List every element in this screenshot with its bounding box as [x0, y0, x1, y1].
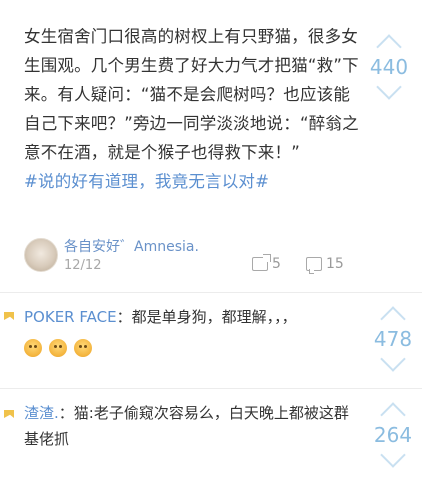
quote-icon [4, 312, 14, 320]
divider [0, 292, 422, 293]
reply-text: 渣渣.：猫:老子偷窥次容易么，白天晚上都被这群基佬抓 [24, 400, 354, 452]
quote-icon [4, 410, 14, 418]
reply-text: POKER FACE：都是单身狗，都理解，，， [24, 304, 354, 360]
reply-item: POKER FACE：都是单身狗，都理解，，， 478 [0, 300, 422, 380]
post-author-row: 各自安好゛Amnesia. 12/12 5 15 [24, 232, 364, 282]
reply-username[interactable]: POKER FACE [24, 308, 117, 326]
repost-count: 5 [272, 256, 281, 272]
sad-face-emoji-icon [48, 338, 67, 357]
comment-icon [306, 257, 322, 274]
comment-button[interactable]: 15 [306, 256, 344, 274]
reply-item: 渣渣.：猫:老子偷窥次容易么，白天晚上都被这群基佬抓 264 [0, 398, 422, 478]
repost-button[interactable]: 5 [252, 254, 281, 272]
author-name[interactable]: 各自安好゛Amnesia. [64, 236, 199, 256]
post-date: 12/12 [64, 258, 102, 273]
reply-message: ：猫:老子偷窥次容易么，白天晚上都被这群基佬抓 [24, 404, 349, 448]
repost-icon [252, 254, 271, 271]
post-text: 女生宿舍门口很高的树杈上有只野猫，很多女生围观。几个男生费了好大力气才把猫“救”… [24, 27, 359, 162]
post-hashtag[interactable]: #说的好有道理，我竟无言以对# [24, 167, 360, 196]
sad-face-emoji-icon [73, 338, 92, 357]
reply-message: ：都是单身狗，都理解，，， [116, 308, 297, 326]
post-content: 女生宿舍门口很高的树杈上有只野猫，很多女生围观。几个男生费了好大力气才把猫“救”… [24, 22, 360, 196]
avatar[interactable] [24, 238, 58, 272]
reply-username[interactable]: 渣渣. [24, 404, 59, 422]
divider [0, 388, 422, 389]
reply-vote-widget: 478 [370, 302, 416, 372]
reply-emojis [24, 334, 354, 360]
comment-count: 15 [326, 256, 344, 272]
post-vote-widget: 440 [366, 30, 412, 100]
reply-vote-widget: 264 [370, 398, 416, 468]
sad-face-emoji-icon [24, 338, 42, 357]
